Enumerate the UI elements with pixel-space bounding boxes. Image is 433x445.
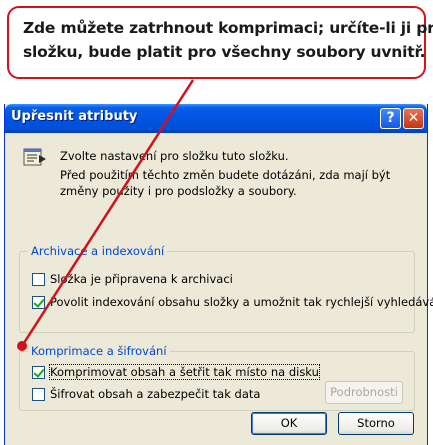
annotation-callout: Zde můžete zatrhnout komprimaci; určíte-… bbox=[7, 6, 433, 79]
compress-checkbox[interactable] bbox=[32, 365, 45, 379]
archive-index-group: Archivace a indexování Složka je připrav… bbox=[19, 244, 433, 333]
compress-group-legend: Komprimace a šifrování bbox=[28, 344, 170, 358]
encrypt-option-row[interactable]: Šifrovat obsah a zabezpečit tak data bbox=[32, 387, 260, 401]
index-option-row[interactable]: Povolit indexování obsahu složky a umožn… bbox=[32, 295, 433, 309]
archive-checkbox[interactable] bbox=[32, 272, 45, 286]
compress-encrypt-group: Komprimace a šifrování Komprimovat obsah… bbox=[19, 344, 415, 411]
archive-option-row[interactable]: Složka je připravena k archivaci bbox=[32, 272, 233, 286]
compress-checkbox-label[interactable]: Komprimovat obsah a šetřit tak místo na … bbox=[49, 364, 320, 380]
dialog-title: Upřesnit atributy bbox=[11, 109, 138, 124]
title-bar[interactable]: Upřesnit atributy ? ✕ bbox=[5, 104, 427, 133]
callout-line-2: složku, bude platit pro všechny soubory … bbox=[23, 43, 426, 61]
ok-button[interactable]: OK bbox=[251, 412, 327, 435]
archive-group-legend: Archivace a indexování bbox=[28, 244, 168, 258]
cancel-button[interactable]: Storno bbox=[338, 412, 414, 435]
details-button[interactable]: Podrobnosti bbox=[325, 381, 403, 404]
intro-note: Před použitím těchto změn budete dotázán… bbox=[60, 168, 391, 198]
compress-option-row[interactable]: Komprimovat obsah a šetřit tak místo na … bbox=[32, 364, 320, 380]
index-checkbox[interactable] bbox=[32, 295, 45, 309]
encrypt-checkbox[interactable] bbox=[32, 387, 45, 401]
help-button[interactable]: ? bbox=[380, 108, 401, 129]
callout-line-1: Zde můžete zatrhnout komprimaci; určíte-… bbox=[23, 19, 433, 37]
intro-text: Zvolte nastavení pro složku tuto složku. bbox=[60, 149, 289, 163]
archive-checkbox-label[interactable]: Složka je připravena k archivaci bbox=[50, 272, 233, 286]
dialog-content: Zvolte nastavení pro složku tuto složku.… bbox=[5, 133, 433, 445]
index-checkbox-label[interactable]: Povolit indexování obsahu složky a umožn… bbox=[50, 295, 433, 309]
advanced-attributes-dialog: Upřesnit atributy ? ✕ Zvolte nastavení p… bbox=[4, 104, 433, 445]
close-button[interactable]: ✕ bbox=[403, 108, 424, 129]
encrypt-checkbox-label[interactable]: Šifrovat obsah a zabezpečit tak data bbox=[50, 387, 260, 401]
folder-properties-icon bbox=[23, 148, 46, 166]
